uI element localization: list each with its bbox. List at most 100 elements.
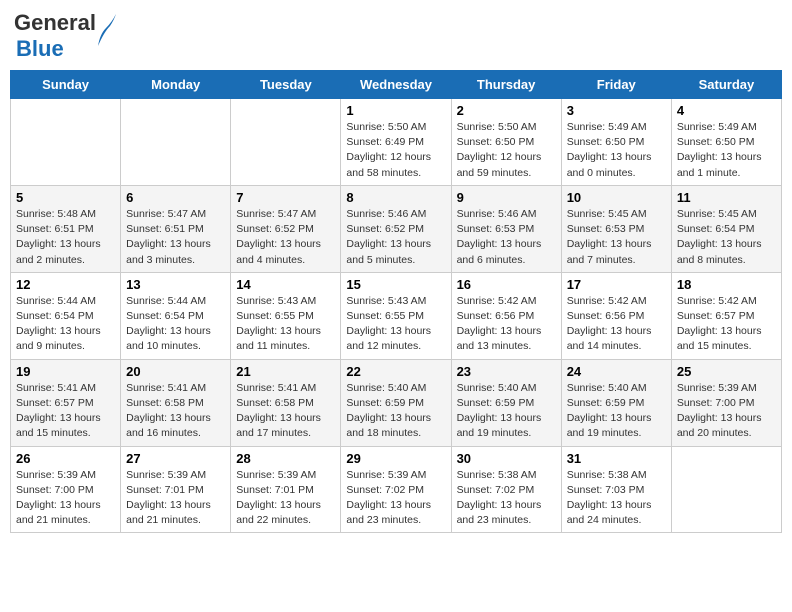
calendar-cell: 17 Sunrise: 5:42 AM Sunset: 6:56 PM Dayli… [561, 272, 671, 359]
day-number: 8 [346, 190, 445, 205]
day-info: Sunrise: 5:46 AM Sunset: 6:52 PM Dayligh… [346, 207, 445, 268]
calendar-cell: 9 Sunrise: 5:46 AM Sunset: 6:53 PM Daylig… [451, 185, 561, 272]
day-number: 25 [677, 364, 776, 379]
day-info: Sunrise: 5:44 AM Sunset: 6:54 PM Dayligh… [16, 294, 115, 355]
calendar-cell: 28 Sunrise: 5:39 AM Sunset: 7:01 PM Dayli… [231, 446, 341, 533]
day-number: 16 [457, 277, 556, 292]
day-info: Sunrise: 5:40 AM Sunset: 6:59 PM Dayligh… [346, 381, 445, 442]
day-info: Sunrise: 5:42 AM Sunset: 6:57 PM Dayligh… [677, 294, 776, 355]
day-info: Sunrise: 5:45 AM Sunset: 6:53 PM Dayligh… [567, 207, 666, 268]
calendar-cell: 19 Sunrise: 5:41 AM Sunset: 6:57 PM Dayli… [11, 359, 121, 446]
day-number: 31 [567, 451, 666, 466]
day-info: Sunrise: 5:49 AM Sunset: 6:50 PM Dayligh… [567, 120, 666, 181]
day-info: Sunrise: 5:39 AM Sunset: 7:01 PM Dayligh… [126, 468, 225, 529]
day-number: 24 [567, 364, 666, 379]
day-number: 20 [126, 364, 225, 379]
calendar-cell: 5 Sunrise: 5:48 AM Sunset: 6:51 PM Daylig… [11, 185, 121, 272]
day-number: 5 [16, 190, 115, 205]
calendar-week-row: 12 Sunrise: 5:44 AM Sunset: 6:54 PM Dayli… [11, 272, 782, 359]
day-number: 30 [457, 451, 556, 466]
day-info: Sunrise: 5:41 AM Sunset: 6:58 PM Dayligh… [236, 381, 335, 442]
day-info: Sunrise: 5:38 AM Sunset: 7:02 PM Dayligh… [457, 468, 556, 529]
calendar-cell: 12 Sunrise: 5:44 AM Sunset: 6:54 PM Dayli… [11, 272, 121, 359]
calendar-week-row: 1Sunrise: 5:50 AM Sunset: 6:49 PM Daylig… [11, 99, 782, 186]
calendar-cell: 31Sunrise: 5:38 AM Sunset: 7:03 PM Dayli… [561, 446, 671, 533]
calendar-cell [11, 99, 121, 186]
calendar-cell: 30 Sunrise: 5:38 AM Sunset: 7:02 PM Dayli… [451, 446, 561, 533]
day-info: Sunrise: 5:41 AM Sunset: 6:58 PM Dayligh… [126, 381, 225, 442]
calendar-cell: 24 Sunrise: 5:40 AM Sunset: 6:59 PM Dayli… [561, 359, 671, 446]
day-info: Sunrise: 5:47 AM Sunset: 6:52 PM Dayligh… [236, 207, 335, 268]
day-info: Sunrise: 5:45 AM Sunset: 6:54 PM Dayligh… [677, 207, 776, 268]
calendar-cell: 3 Sunrise: 5:49 AM Sunset: 6:50 PM Daylig… [561, 99, 671, 186]
day-of-week-header: Sunday [11, 71, 121, 99]
calendar-cell: 13 Sunrise: 5:44 AM Sunset: 6:54 PM Dayli… [121, 272, 231, 359]
day-number: 26 [16, 451, 115, 466]
day-info: Sunrise: 5:40 AM Sunset: 6:59 PM Dayligh… [457, 381, 556, 442]
calendar-cell: 22 Sunrise: 5:40 AM Sunset: 6:59 PM Dayli… [341, 359, 451, 446]
calendar-week-row: 26 Sunrise: 5:39 AM Sunset: 7:00 PM Dayli… [11, 446, 782, 533]
day-number: 4 [677, 103, 776, 118]
day-info: Sunrise: 5:43 AM Sunset: 6:55 PM Dayligh… [236, 294, 335, 355]
calendar-cell: 25Sunrise: 5:39 AM Sunset: 7:00 PM Dayli… [671, 359, 781, 446]
day-number: 12 [16, 277, 115, 292]
day-of-week-header: Tuesday [231, 71, 341, 99]
day-of-week-header: Friday [561, 71, 671, 99]
day-number: 28 [236, 451, 335, 466]
calendar-cell: 21 Sunrise: 5:41 AM Sunset: 6:58 PM Dayli… [231, 359, 341, 446]
day-number: 11 [677, 190, 776, 205]
day-number: 27 [126, 451, 225, 466]
day-number: 9 [457, 190, 556, 205]
calendar-cell [671, 446, 781, 533]
calendar-cell: 10 Sunrise: 5:45 AM Sunset: 6:53 PM Dayli… [561, 185, 671, 272]
day-info: Sunrise: 5:42 AM Sunset: 6:56 PM Dayligh… [567, 294, 666, 355]
day-info: Sunrise: 5:48 AM Sunset: 6:51 PM Dayligh… [16, 207, 115, 268]
day-number: 2 [457, 103, 556, 118]
header: General Blue [10, 10, 782, 62]
calendar-cell: 4 Sunrise: 5:49 AM Sunset: 6:50 PM Daylig… [671, 99, 781, 186]
day-info: Sunrise: 5:41 AM Sunset: 6:57 PM Dayligh… [16, 381, 115, 442]
day-number: 21 [236, 364, 335, 379]
day-number: 22 [346, 364, 445, 379]
calendar-cell: 26 Sunrise: 5:39 AM Sunset: 7:00 PM Dayli… [11, 446, 121, 533]
day-info: Sunrise: 5:42 AM Sunset: 6:56 PM Dayligh… [457, 294, 556, 355]
day-number: 3 [567, 103, 666, 118]
day-number: 6 [126, 190, 225, 205]
calendar-cell: 14 Sunrise: 5:43 AM Sunset: 6:55 PM Dayli… [231, 272, 341, 359]
calendar-cell: 11 Sunrise: 5:45 AM Sunset: 6:54 PM Dayli… [671, 185, 781, 272]
calendar-cell: 20 Sunrise: 5:41 AM Sunset: 6:58 PM Dayli… [121, 359, 231, 446]
day-info: Sunrise: 5:46 AM Sunset: 6:53 PM Dayligh… [457, 207, 556, 268]
day-number: 29 [346, 451, 445, 466]
calendar-cell: 8 Sunrise: 5:46 AM Sunset: 6:52 PM Daylig… [341, 185, 451, 272]
day-number: 19 [16, 364, 115, 379]
calendar-cell: 18 Sunrise: 5:42 AM Sunset: 6:57 PM Dayli… [671, 272, 781, 359]
calendar-week-row: 5 Sunrise: 5:48 AM Sunset: 6:51 PM Daylig… [11, 185, 782, 272]
day-number: 10 [567, 190, 666, 205]
calendar-cell: 6 Sunrise: 5:47 AM Sunset: 6:51 PM Daylig… [121, 185, 231, 272]
calendar-header-row: SundayMondayTuesdayWednesdayThursdayFrid… [11, 71, 782, 99]
day-info: Sunrise: 5:39 AM Sunset: 7:01 PM Dayligh… [236, 468, 335, 529]
day-info: Sunrise: 5:44 AM Sunset: 6:54 PM Dayligh… [126, 294, 225, 355]
day-of-week-header: Wednesday [341, 71, 451, 99]
day-of-week-header: Saturday [671, 71, 781, 99]
day-number: 15 [346, 277, 445, 292]
day-info: Sunrise: 5:39 AM Sunset: 7:00 PM Dayligh… [16, 468, 115, 529]
logo-bird-icon [96, 12, 118, 48]
day-number: 7 [236, 190, 335, 205]
calendar-cell: 29Sunrise: 5:39 AM Sunset: 7:02 PM Dayli… [341, 446, 451, 533]
calendar-cell [121, 99, 231, 186]
day-info: Sunrise: 5:40 AM Sunset: 6:59 PM Dayligh… [567, 381, 666, 442]
day-number: 18 [677, 277, 776, 292]
calendar-week-row: 19 Sunrise: 5:41 AM Sunset: 6:57 PM Dayli… [11, 359, 782, 446]
day-number: 17 [567, 277, 666, 292]
day-number: 13 [126, 277, 225, 292]
calendar-cell: 16 Sunrise: 5:42 AM Sunset: 6:56 PM Dayli… [451, 272, 561, 359]
calendar-cell: 7 Sunrise: 5:47 AM Sunset: 6:52 PM Daylig… [231, 185, 341, 272]
day-info: Sunrise: 5:47 AM Sunset: 6:51 PM Dayligh… [126, 207, 225, 268]
day-number: 14 [236, 277, 335, 292]
calendar-cell: 27 Sunrise: 5:39 AM Sunset: 7:01 PM Dayli… [121, 446, 231, 533]
day-number: 1 [346, 103, 445, 118]
calendar-cell: 2Sunrise: 5:50 AM Sunset: 6:50 PM Daylig… [451, 99, 561, 186]
logo: General Blue [14, 10, 96, 62]
day-info: Sunrise: 5:49 AM Sunset: 6:50 PM Dayligh… [677, 120, 776, 181]
